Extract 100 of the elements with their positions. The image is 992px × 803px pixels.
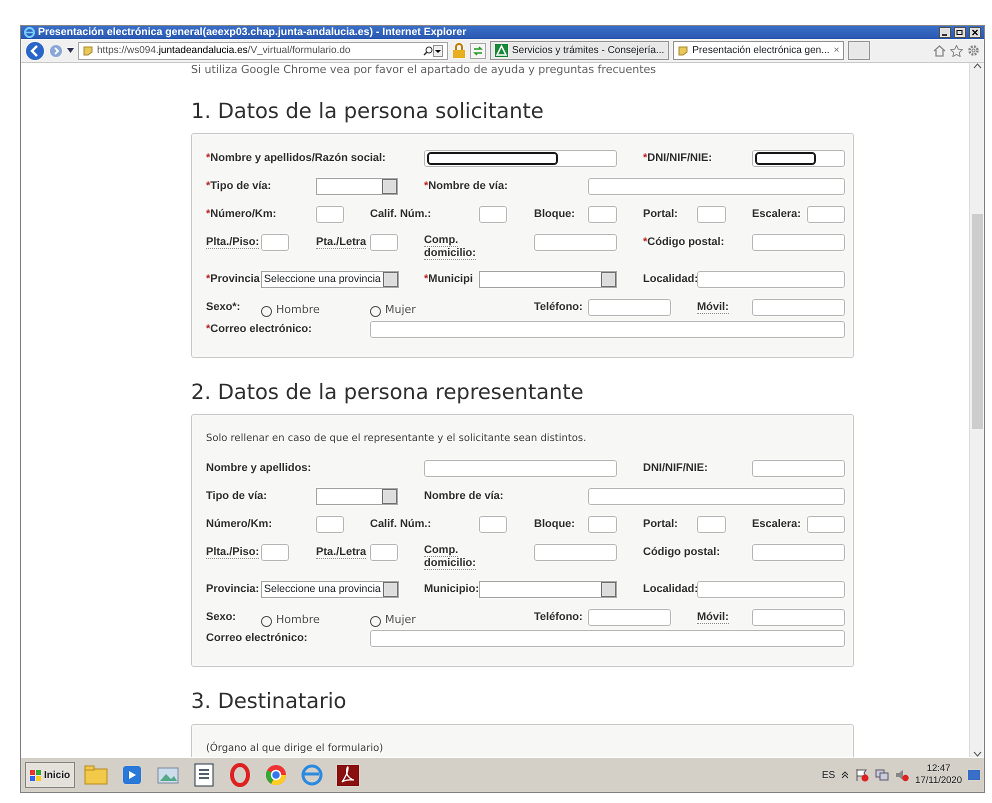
close-tab-button[interactable]: × bbox=[834, 43, 840, 58]
input-field[interactable] bbox=[370, 234, 398, 252]
field-label: *Código postal: bbox=[643, 235, 724, 250]
input-field[interactable] bbox=[424, 150, 617, 168]
input-field[interactable] bbox=[316, 516, 344, 533]
field-label: Localidad: bbox=[643, 272, 698, 288]
radio-option[interactable]: Mujer bbox=[370, 612, 416, 628]
browser-tab[interactable]: Servicios y trámites - Consejería... bbox=[490, 41, 670, 60]
field-label: Sexo: bbox=[206, 610, 236, 625]
scroll-up-icon[interactable] bbox=[972, 63, 982, 69]
input-field[interactable] bbox=[424, 460, 617, 477]
new-tab-button[interactable] bbox=[848, 41, 870, 60]
field-label: Plta./Piso: bbox=[206, 235, 260, 252]
field-label: Provincia: bbox=[206, 582, 260, 597]
close-icon[interactable] bbox=[969, 27, 981, 38]
chevron-up-icon[interactable] bbox=[841, 771, 850, 779]
scrollbar[interactable] bbox=[969, 63, 984, 757]
input-field[interactable] bbox=[752, 234, 845, 252]
section-heading: 3. Destinatario bbox=[191, 689, 348, 715]
speaker-icon[interactable] bbox=[895, 768, 910, 782]
input-field[interactable] bbox=[534, 544, 617, 561]
field-label: Portal: bbox=[643, 516, 678, 532]
field-label: Nombre de vía: bbox=[424, 488, 504, 504]
search-icon[interactable] bbox=[423, 46, 433, 56]
input-field[interactable] bbox=[370, 320, 845, 338]
section-heading: 2. Datos de la persona representante bbox=[191, 380, 585, 405]
input-field[interactable] bbox=[261, 544, 289, 561]
input-field[interactable] bbox=[479, 206, 507, 224]
radio-option[interactable]: Mujer bbox=[370, 302, 416, 319]
field-label: Nombre y apellidos: bbox=[206, 460, 312, 476]
field-label: *Número/Km: bbox=[206, 207, 276, 222]
input-field[interactable] bbox=[534, 234, 617, 252]
field-label: *Municipi bbox=[424, 272, 473, 288]
scroll-down-icon[interactable] bbox=[972, 751, 982, 757]
dropdown-field[interactable] bbox=[316, 178, 398, 196]
dropdown-field[interactable]: Seleccione una provincia bbox=[261, 580, 399, 598]
field-label: Comp. domicilio: bbox=[424, 234, 474, 260]
settings-icon[interactable] bbox=[967, 44, 980, 57]
field-label: Móvil: bbox=[697, 610, 729, 626]
field-label: Municipio: bbox=[424, 582, 479, 597]
radio-option[interactable]: Hombre bbox=[261, 612, 320, 628]
dropdown-field[interactable]: Seleccione una provincia bbox=[261, 271, 399, 288]
input-field[interactable] bbox=[752, 299, 845, 316]
restore-icon[interactable] bbox=[954, 27, 966, 38]
page-icon bbox=[83, 46, 93, 56]
input-field[interactable] bbox=[752, 544, 845, 561]
input-field[interactable] bbox=[697, 271, 845, 288]
input-field[interactable] bbox=[316, 206, 344, 224]
field-label: Móvil: bbox=[697, 300, 729, 316]
minimize-icon[interactable] bbox=[939, 27, 951, 38]
input-field[interactable] bbox=[697, 580, 845, 598]
tab-label: Presentación electrónica gen... bbox=[692, 44, 830, 58]
input-field[interactable] bbox=[807, 206, 845, 224]
network-icon[interactable] bbox=[875, 768, 890, 782]
field-label: Comp. domicilio: bbox=[424, 544, 474, 570]
start-button[interactable]: Inicio bbox=[25, 762, 76, 788]
field-label: Calif. Núm.: bbox=[370, 516, 432, 532]
dropdown-field[interactable] bbox=[316, 488, 398, 505]
panel-note: Solo rellenar en caso de que el representante y el solicitante sean distintos. bbox=[206, 432, 588, 446]
star-icon[interactable] bbox=[950, 44, 963, 56]
field-label: Calif. Núm.: bbox=[370, 207, 432, 222]
address-bar[interactable]: https://ws094.juntadeandalucia.es/V_virtual/formulario.do bbox=[78, 42, 448, 60]
dropdown-icon[interactable] bbox=[433, 44, 443, 56]
field-label: DNI/NIF/NIE: bbox=[643, 460, 708, 476]
dropdown-field[interactable] bbox=[479, 271, 617, 288]
scroll-thumb[interactable] bbox=[972, 214, 982, 429]
input-field[interactable] bbox=[261, 234, 289, 252]
input-field[interactable] bbox=[588, 178, 845, 196]
input-field[interactable] bbox=[697, 206, 726, 224]
tab-label: Servicios y trámites - Consejería... bbox=[512, 44, 664, 58]
clock[interactable]: 12:47 17/11/2020 bbox=[915, 763, 962, 787]
field-label: Portal: bbox=[643, 207, 678, 222]
input-field[interactable] bbox=[588, 206, 617, 224]
input-field[interactable] bbox=[588, 488, 845, 505]
input-field[interactable] bbox=[752, 460, 845, 477]
input-field[interactable] bbox=[370, 544, 398, 561]
radio-option[interactable]: Hombre bbox=[261, 302, 320, 319]
field-label: Código postal: bbox=[643, 544, 720, 560]
dropdown-field[interactable] bbox=[479, 580, 617, 598]
caret-icon[interactable] bbox=[67, 48, 74, 53]
browser-tab[interactable]: Presentación electrónica gen... × bbox=[673, 41, 844, 60]
input-field[interactable] bbox=[370, 630, 845, 648]
input-field[interactable] bbox=[752, 150, 845, 168]
back-button-icon[interactable] bbox=[25, 40, 45, 60]
home-icon[interactable] bbox=[933, 44, 946, 56]
field-label: Tipo de vía: bbox=[206, 488, 267, 504]
refresh-icon[interactable] bbox=[470, 42, 486, 58]
input-field[interactable] bbox=[697, 516, 726, 533]
input-field[interactable] bbox=[588, 516, 617, 533]
input-field[interactable] bbox=[588, 299, 671, 316]
field-label: Teléfono: bbox=[534, 610, 583, 625]
flag-warning-icon[interactable] bbox=[855, 768, 870, 782]
input-field[interactable] bbox=[752, 608, 845, 626]
field-label: Plta./Piso: bbox=[206, 544, 260, 561]
input-field[interactable] bbox=[479, 516, 507, 533]
field-label: Sexo*: bbox=[206, 300, 240, 316]
lock-icon[interactable] bbox=[452, 42, 466, 58]
input-field[interactable] bbox=[588, 608, 671, 626]
input-field[interactable] bbox=[807, 516, 845, 533]
language-indicator[interactable]: ES bbox=[822, 768, 836, 782]
